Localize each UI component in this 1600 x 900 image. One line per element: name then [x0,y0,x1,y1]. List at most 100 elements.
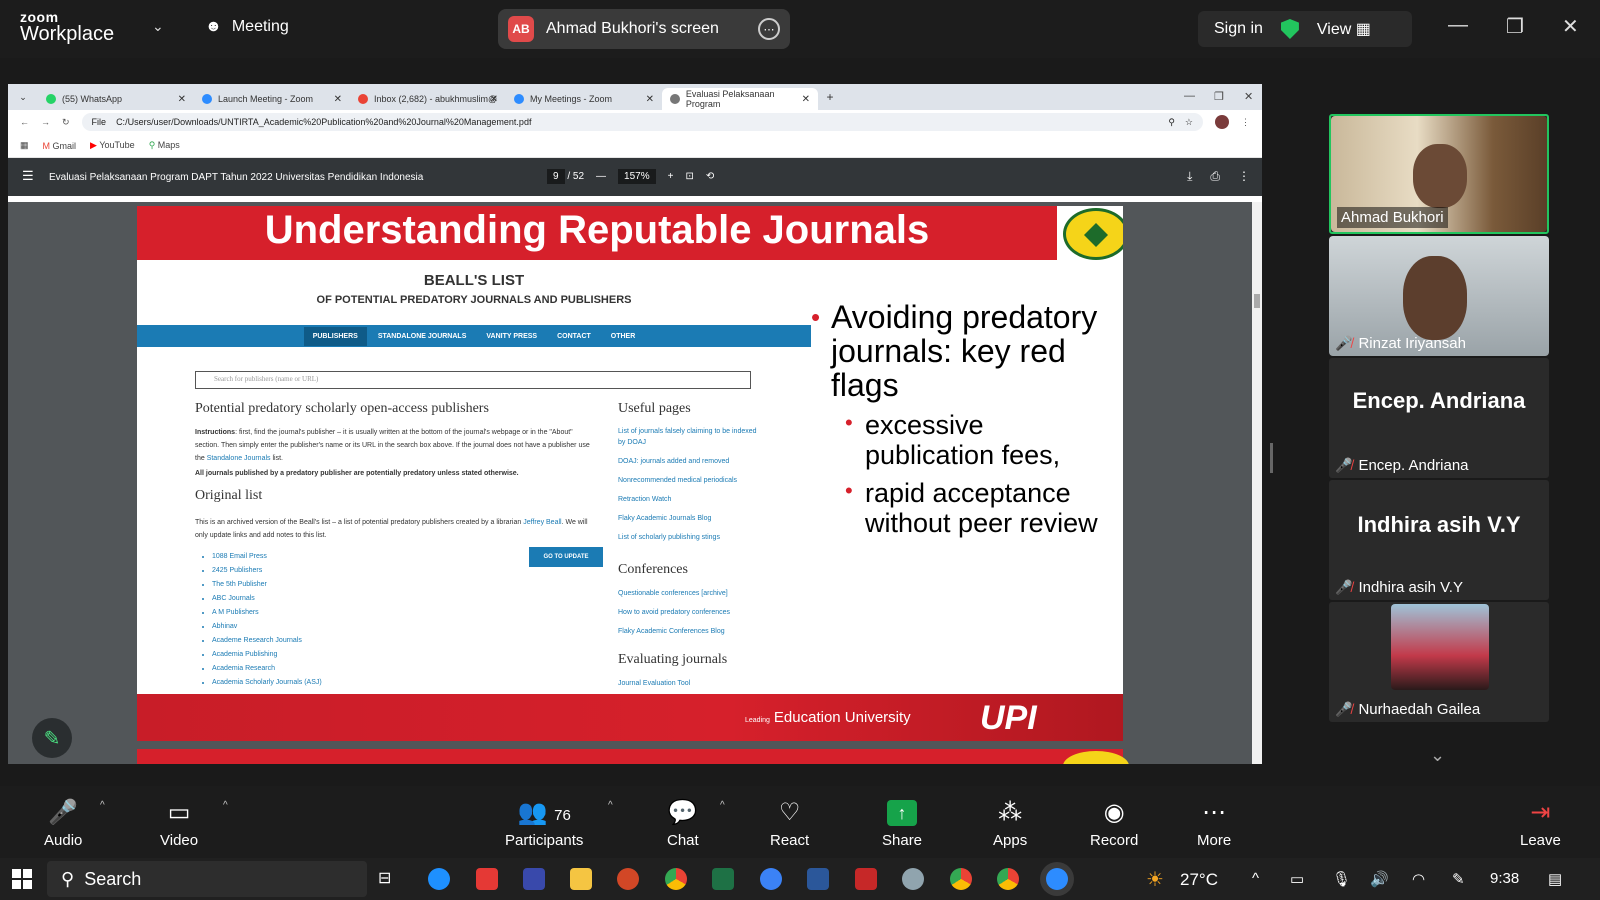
participants-options-caret-icon[interactable]: ^ [608,800,613,811]
notifications-icon[interactable]: ▤ [1548,870,1562,888]
record-button[interactable]: ◉ Record [1090,800,1138,850]
tab-close-icon[interactable]: ✕ [334,94,342,105]
pdf-menu-icon[interactable]: ☰ [22,168,34,184]
participants-button[interactable]: 👥 76 Participants [505,800,583,850]
wifi-icon[interactable]: ◠ [1412,870,1425,888]
zoom-icon[interactable] [1046,868,1068,890]
back-icon[interactable]: ← [20,117,29,127]
temperature[interactable]: 27°C [1180,870,1218,890]
pdf-scrollbar[interactable] [1252,202,1262,764]
apps-button[interactable]: ⁂ Apps [993,800,1027,850]
print-icon[interactable]: ⎙ [1210,169,1220,184]
pdf-viewport[interactable]: Understanding Reputable Journals BEALL'S… [8,202,1262,764]
chrome-icon[interactable] [665,868,687,890]
video-tile[interactable]: Indhira asih V.Y 🎤̸ Indhira asih V.Y [1329,480,1549,600]
video-tile[interactable]: 🎤̸ Nurhaedah Gailea [1329,602,1549,722]
annotate-pen-icon[interactable]: ✎ [32,718,72,758]
restore-icon[interactable]: ❐ [1506,14,1524,39]
windows-start-icon[interactable] [12,869,32,889]
chrome-icon[interactable] [997,868,1019,890]
browser-tab[interactable]: Inbox (2,682) - abukhmuslim@ ✕ [350,88,506,110]
file-explorer-icon[interactable] [570,868,592,890]
new-tab-icon[interactable]: + [818,90,842,104]
screen-share-pill[interactable]: AB Ahmad Bukhori's screen ⋯ [498,9,790,49]
gallery-scroll-down-icon[interactable]: ⌄ [1430,745,1445,766]
tray-app-icon[interactable]: ▭ [1290,870,1304,888]
more-options-icon[interactable]: ⋯ [758,18,780,40]
zoom-level[interactable]: 157% [618,169,656,184]
star-icon[interactable]: ☆ [1185,117,1193,128]
sign-in-button[interactable]: Sign in [1214,20,1263,38]
chat-button[interactable]: 💬 Chat [667,800,699,850]
instructions-end: list. [272,455,283,462]
store-icon[interactable] [476,868,498,890]
tab-close-icon[interactable]: ✕ [490,94,498,105]
audio-button[interactable]: 🎤 Audio [44,800,82,850]
volume-icon[interactable]: 🔊 [1370,870,1389,888]
close-icon[interactable]: ✕ [1562,14,1579,39]
browser-tab[interactable]: Launch Meeting - Zoom ✕ [194,88,350,110]
download-icon[interactable]: ⤓ [1187,169,1192,184]
bookmark-maps[interactable]: ⚲ Maps [149,140,180,151]
leave-button[interactable]: ⇥ Leave [1520,800,1561,850]
chrome-icon[interactable] [950,868,972,890]
edge-icon[interactable] [428,868,450,890]
taskbar-search[interactable]: ⚲ Search [47,861,367,897]
reload-icon[interactable]: ↻ [62,117,70,128]
bookmark-youtube[interactable]: ▶ YouTube [90,140,135,151]
clock[interactable]: 9:38 [1490,870,1519,887]
audio-options-caret-icon[interactable]: ^ [100,800,105,811]
tab-close-icon[interactable]: ✕ [178,94,186,105]
panel-splitter[interactable] [1270,443,1273,473]
chevron-down-icon[interactable]: ⌄ [152,18,164,35]
app-icon[interactable] [902,868,924,890]
zoom-in-icon[interactable]: + [668,171,674,182]
video-tile[interactable]: Ahmad Bukhori [1329,114,1549,234]
tab-close-icon[interactable]: ✕ [802,94,810,105]
url-field[interactable]: File C:/Users/user/Downloads/UNTIRTA_Aca… [81,113,1203,131]
fit-page-icon[interactable]: ⊡ [685,171,693,182]
video-tile[interactable]: 🎤̸ Rinzat Iriyansah [1329,236,1549,356]
zoom-out-icon[interactable]: — [596,171,606,182]
forward-icon[interactable]: → [41,117,50,127]
bookmark-gmail[interactable]: M Gmail [43,141,77,151]
tab-close-icon[interactable]: ✕ [646,94,654,105]
apps-grid-icon[interactable]: ▦ [20,140,29,151]
browser-menu-icon[interactable]: ⋮ [1241,117,1250,128]
rotate-icon[interactable]: ⟲ [706,171,714,182]
security-icon[interactable] [760,868,782,890]
browser-tab-active[interactable]: Evaluasi Pelaksanaan Program ✕ [662,88,818,110]
video-button[interactable]: ▭ Video [160,800,198,850]
microphone-icon[interactable]: 🎙 [1332,870,1351,888]
pen-icon[interactable]: ✎ [1452,870,1465,888]
meeting-menu[interactable]: ☻ Meeting [205,18,289,36]
scrollbar-thumb[interactable] [1254,294,1260,308]
video-tile[interactable]: Encep. Andriana 🎤̸ Encep. Andriana [1329,358,1549,478]
page-input[interactable]: 9 [547,169,565,184]
excel-icon[interactable] [712,868,734,890]
task-view-icon[interactable]: ⊟ [378,868,400,890]
browser-minimize-icon[interactable]: — [1184,90,1195,102]
browser-tab[interactable]: (55) WhatsApp ✕ [38,88,194,110]
pdf-more-icon[interactable]: ⋮ [1238,169,1250,184]
chat-options-caret-icon[interactable]: ^ [720,800,725,811]
shield-icon[interactable] [1280,19,1299,39]
zoom-lens-icon[interactable]: ⚲ [1168,117,1175,128]
browser-close-icon[interactable]: ✕ [1244,90,1253,103]
tray-chevron-icon[interactable]: ^ [1252,870,1259,887]
acrobat-icon[interactable] [855,868,877,890]
share-button[interactable]: ↑ Share [882,800,922,849]
app-icon[interactable] [523,868,545,890]
weather-icon[interactable]: ☀ [1146,867,1164,892]
more-button[interactable]: ⋯ More [1197,800,1231,850]
word-icon[interactable] [807,868,829,890]
react-button[interactable]: ♡ React [770,800,809,850]
browser-restore-icon[interactable]: ❐ [1214,90,1224,103]
tab-list-icon[interactable]: ⌄ [8,92,38,103]
video-options-caret-icon[interactable]: ^ [223,800,228,811]
powerpoint-icon[interactable] [617,868,639,890]
browser-tab[interactable]: My Meetings - Zoom ✕ [506,88,662,110]
minimize-icon[interactable]: — [1448,14,1468,37]
profile-avatar[interactable] [1215,115,1229,129]
view-button[interactable]: View ▦ [1317,19,1371,39]
